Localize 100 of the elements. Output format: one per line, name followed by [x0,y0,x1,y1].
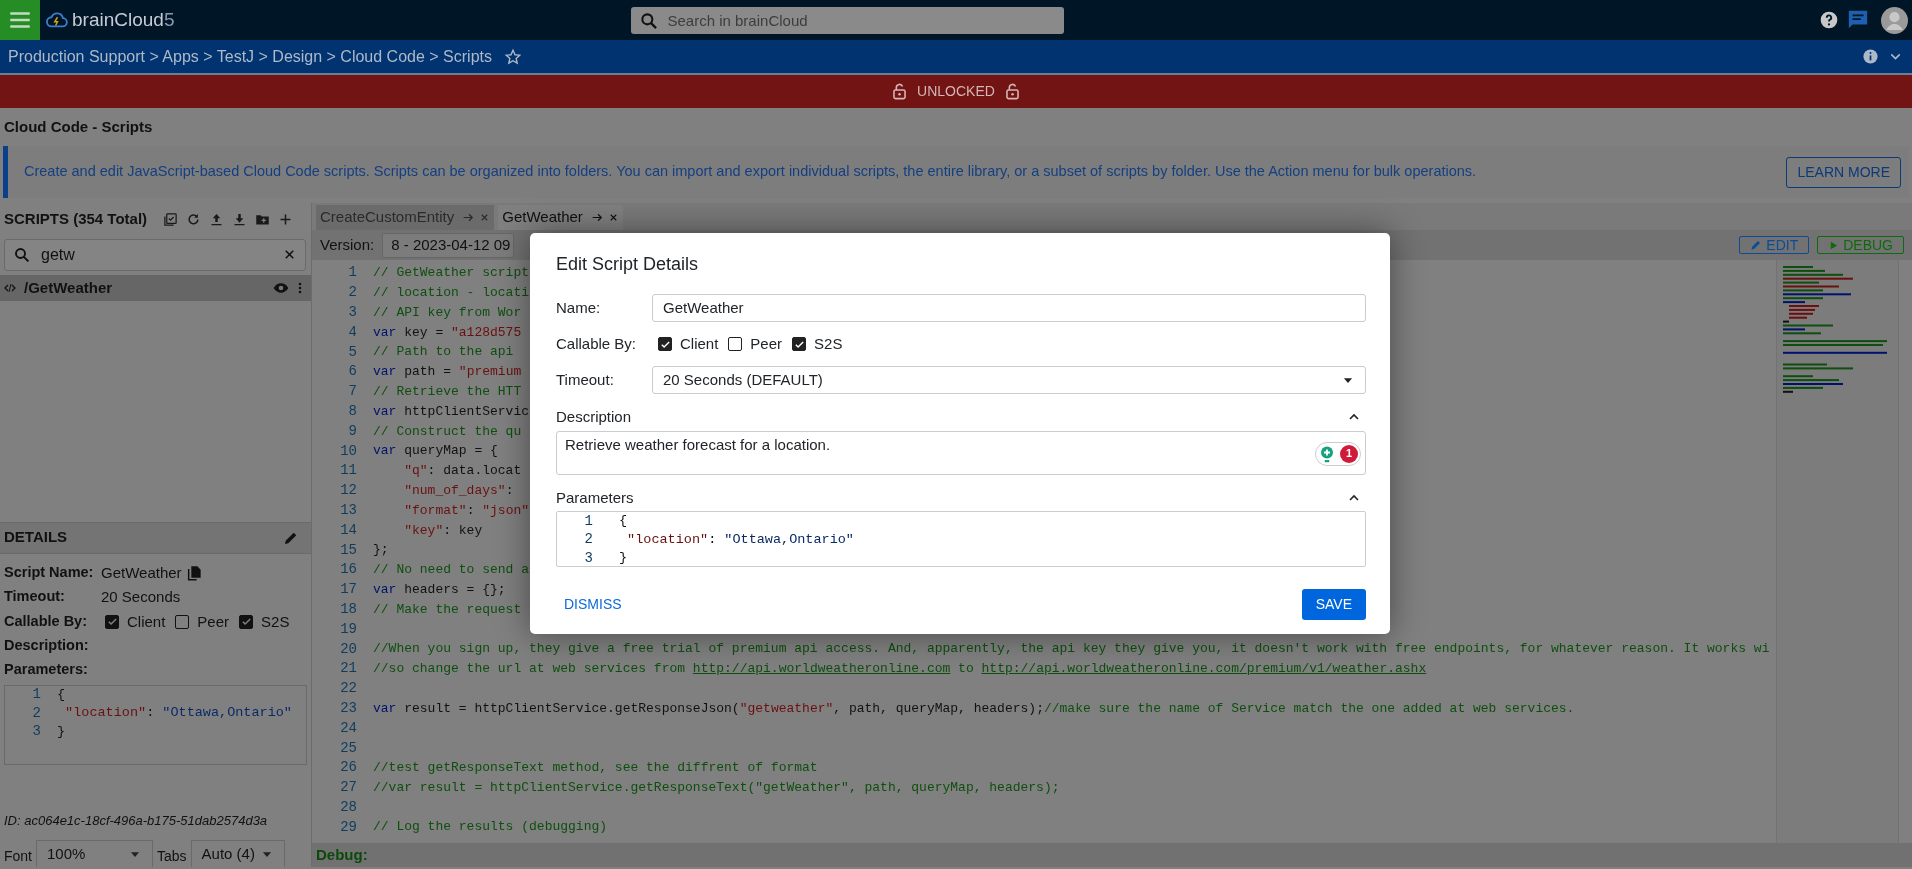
lightbulb-icon[interactable] [1318,444,1336,463]
field-label: Callable By: [4,611,88,631]
section-title: Parameters [556,487,634,508]
line-number: 17 [339,580,357,600]
panel-title: SCRIPTS (354 Total) [4,208,148,229]
search-field[interactable]: Search in brainCloud [631,6,1065,34]
section-title: Description [556,407,632,427]
tab-size-select[interactable]: Auto (4) [190,840,285,867]
save-button[interactable]: SAVE [1301,589,1366,620]
script-item[interactable]: /GetWeather [0,275,311,301]
code-line: // API key from Wor [373,303,522,322]
code-line: { [619,512,628,531]
code-line: { [57,685,66,704]
code-line: "format": "json" [403,501,530,520]
checkbox[interactable] [239,614,254,629]
checkbox[interactable] [105,614,119,629]
lock-status: UNLOCKED [917,82,995,101]
star-icon[interactable] [504,47,522,66]
search-field[interactable]: getw [4,239,306,271]
line-number: 24 [339,718,357,738]
line-number: 15 [339,540,357,560]
dialog-title: Edit Script Details [556,253,700,276]
help-icon[interactable] [1819,10,1839,30]
search-icon [639,10,660,31]
code-line: } [619,549,628,566]
font-size-select[interactable]: 100% [36,840,153,867]
arrow-right-icon [462,211,476,224]
code-comment: to [957,660,975,679]
checklist-icon[interactable] [163,211,179,227]
field-label: Timeout: [556,369,615,390]
learn-more-button[interactable]: LEARN MORE [1786,156,1901,188]
code-line: var key = "a128d575 [373,323,522,342]
checkbox[interactable] [175,614,190,629]
code-line: var path = "premium [373,363,522,382]
checkbox-label: S2S [261,611,290,632]
menu-button[interactable] [0,0,40,40]
description-field[interactable]: Retrieve weather forecast for a location. 1 [556,430,1366,475]
dismiss-button[interactable]: DISMISS [564,594,622,615]
code-line: "num_of_days": [403,481,514,500]
line-number: 2 [31,703,41,723]
search-icon [13,246,31,264]
line-number: 1 [31,685,41,705]
code-line: // Log the results (debugging) [373,818,608,837]
checkbox[interactable] [728,337,743,351]
info-icon[interactable] [1862,48,1879,65]
field-label: Script Name: [4,562,95,582]
play-icon [1828,239,1840,251]
timeout-select[interactable]: 20 Seconds (DEFAULT) [652,366,1366,394]
name-field[interactable]: GetWeather [652,294,1366,322]
checkbox-label: Peer [750,333,783,354]
code-line: // Path to the api [373,343,514,362]
line-number: 21 [339,659,357,679]
checkbox-label: Client [680,333,719,354]
line-number: 20 [339,639,357,659]
line-number: 29 [339,817,357,837]
code-line: // GetWeather script [373,264,530,283]
line-number: 8 [347,402,357,421]
line-number: 28 [339,797,357,817]
avatar-icon[interactable] [1881,6,1908,34]
line-number: 1 [347,263,357,283]
editor-tab[interactable]: GetWeather [498,205,623,230]
line-number: 23 [339,698,357,718]
editor-tab[interactable]: CreateCustomEntity [316,205,495,230]
line-number: 5 [347,342,357,362]
chat-icon[interactable] [1847,9,1869,31]
line-number: 11 [339,461,357,481]
line-number: 27 [339,778,357,798]
logo-text: brainCloud [72,7,164,32]
upload-icon[interactable] [209,211,225,227]
code-line: //test getResponseText method, see the diffrent of format [373,759,818,778]
checkbox[interactable] [658,337,672,351]
checkbox-label: Peer [197,611,230,632]
clear-icon[interactable] [282,247,297,262]
code-line: var httpClientServic [373,402,530,421]
description-text: Retrieve weather forecast for a location. [565,435,831,453]
field-label: Tabs [157,847,187,866]
field-label: Callable By: [556,333,638,354]
line-number: 3 [583,548,593,566]
page-title: Cloud Code - Scripts [4,116,153,137]
refresh-icon[interactable] [186,211,202,227]
version-select[interactable]: 8 - 2023-04-12 09 [382,232,515,258]
eye-icon[interactable] [273,280,289,296]
section-title: DETAILS [4,527,68,548]
line-number: 12 [339,481,357,501]
breadcrumb-path: Production Support > Apps > TestJ > Design > Cloud Code > Scripts [8,46,492,67]
line-number: 25 [339,738,357,758]
code-link[interactable]: http://api.worldweatheronline.com [692,659,951,679]
parameters-editor[interactable]: 1 { 2 "location": "Ottawa,Ontario" 3 } [4,684,307,765]
code-line: }; [373,541,389,560]
code-line: "location": "Ottawa,Ontario" [64,704,292,723]
download-icon[interactable] [232,211,248,227]
line-number: 16 [339,560,357,580]
line-number: 3 [31,722,41,742]
checkbox-label: Client [127,611,166,632]
parameters-editor[interactable]: 1 { 2 "location": "Ottawa,Ontario" 3 } [556,511,1366,567]
code-link[interactable]: http://api.worldweatheronline.com/premium/v1/weather.ashx [981,659,1427,679]
copy-icon[interactable] [185,564,202,581]
code-line: var result = httpClientService.getResponseJson("getweather", path, queryMap, headers);//make sure the name of Service match the one added at web services. [373,699,1575,718]
line-number: 18 [339,599,357,619]
checkbox[interactable] [792,337,807,351]
